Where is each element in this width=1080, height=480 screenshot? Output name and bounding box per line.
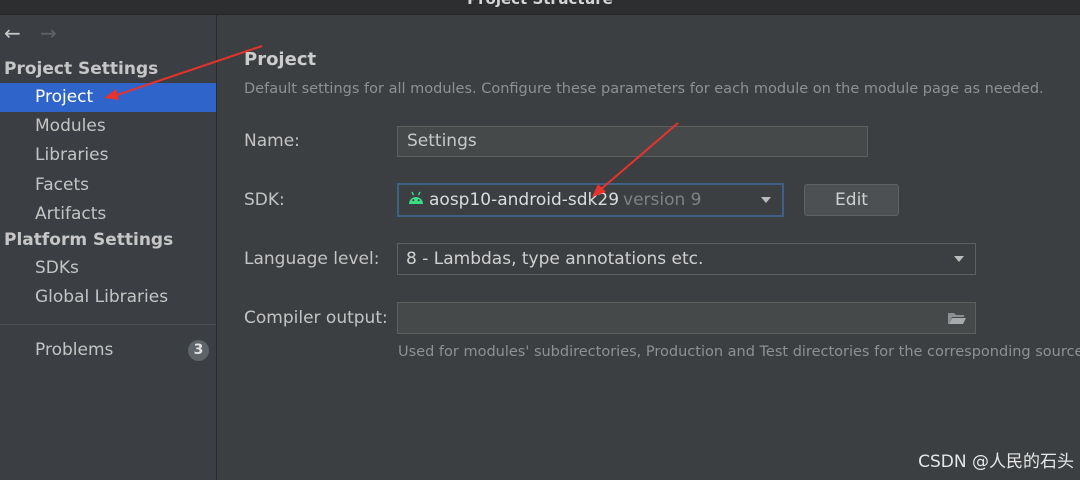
sidebar-item-label: Artifacts xyxy=(35,204,107,224)
language-level-label: Language level: xyxy=(244,249,380,269)
sidebar-item-problems[interactable]: Problems 3 xyxy=(0,336,216,365)
sidebar-item-label: Modules xyxy=(35,116,106,136)
compiler-output-input[interactable] xyxy=(397,302,976,334)
edit-sdk-button[interactable]: Edit xyxy=(804,184,899,216)
sidebar: ← → Project Settings Project Modules Libr… xyxy=(0,15,217,480)
forward-arrow-icon[interactable]: → xyxy=(40,21,62,45)
sdk-label: SDK: xyxy=(244,190,285,210)
chevron-down-icon xyxy=(761,197,771,203)
window-titlebar: Project Structure xyxy=(0,0,1080,15)
project-settings-header: Project Settings xyxy=(4,59,159,79)
chevron-down-icon xyxy=(954,256,964,262)
android-icon xyxy=(409,191,423,204)
watermark: CSDN @人民的石头 xyxy=(918,452,1074,472)
platform-settings-header: Platform Settings xyxy=(4,230,174,250)
sidebar-item-sdks[interactable]: SDKs xyxy=(0,254,216,283)
name-input[interactable]: Settings xyxy=(397,126,868,157)
sidebar-item-project[interactable]: Project xyxy=(0,83,216,112)
back-arrow-icon[interactable]: ← xyxy=(4,21,26,45)
name-label: Name: xyxy=(244,131,300,151)
sdk-value: aosp10-android-sdk29 xyxy=(429,190,620,210)
sidebar-item-artifacts[interactable]: Artifacts xyxy=(0,200,216,229)
sidebar-divider xyxy=(0,324,216,325)
sidebar-item-label: Project xyxy=(35,87,94,107)
language-level-value: 8 - Lambdas, type annotations etc. xyxy=(406,249,704,269)
page-title: Project xyxy=(244,49,317,70)
nav-arrows: ← → xyxy=(4,21,62,45)
sidebar-item-modules[interactable]: Modules xyxy=(0,112,216,141)
compiler-output-hint: Used for modules' subdirectories, Produc… xyxy=(398,344,1080,360)
sidebar-item-facets[interactable]: Facets xyxy=(0,171,216,200)
problems-count-badge: 3 xyxy=(188,340,209,361)
main-panel: Project Default settings for all modules… xyxy=(217,15,1080,480)
sidebar-item-label: Libraries xyxy=(35,145,109,165)
page-description: Default settings for all modules. Config… xyxy=(244,81,1044,97)
window-title: Project Structure xyxy=(0,0,1080,8)
sidebar-item-global-libraries[interactable]: Global Libraries xyxy=(0,283,216,312)
sdk-version: version 9 xyxy=(623,190,702,210)
folder-open-icon[interactable] xyxy=(947,311,967,325)
sidebar-item-libraries[interactable]: Libraries xyxy=(0,141,216,170)
sidebar-item-label: Facets xyxy=(35,175,89,195)
sidebar-item-label: Problems xyxy=(35,340,114,360)
sidebar-item-label: Global Libraries xyxy=(35,287,169,307)
sidebar-item-label: SDKs xyxy=(35,258,79,278)
language-level-dropdown[interactable]: 8 - Lambdas, type annotations etc. xyxy=(397,243,976,275)
compiler-output-label: Compiler output: xyxy=(244,308,388,328)
sdk-dropdown[interactable]: aosp10-android-sdk29 version 9 xyxy=(397,183,784,217)
